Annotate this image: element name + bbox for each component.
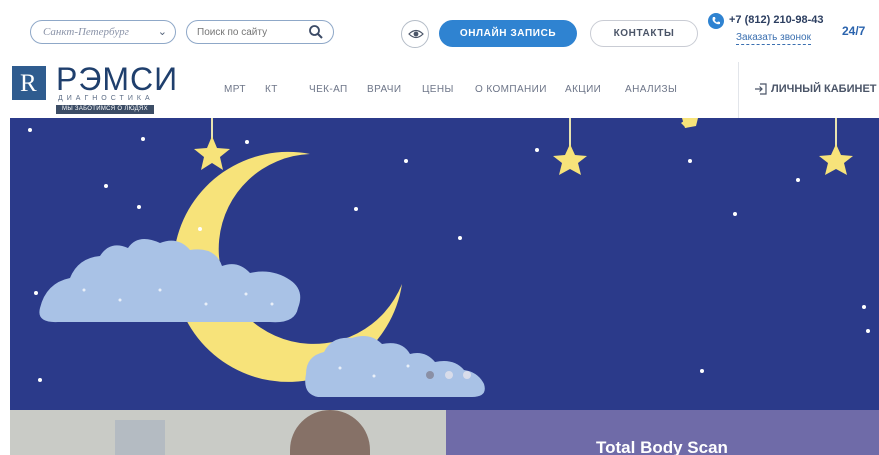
cloud-large: [39, 239, 301, 323]
search-box: [186, 20, 334, 44]
hanging-star-3: [553, 118, 587, 175]
hanging-star-1: [194, 118, 230, 170]
card-left-window: [115, 420, 165, 455]
phone-icon: [708, 13, 724, 29]
logo-tagline: МЫ ЗАБОТИМСЯ О ЛЮДЯХ: [56, 105, 154, 114]
search-icon[interactable]: [308, 24, 324, 40]
cloud-small: [305, 336, 485, 397]
nav-item-mrt[interactable]: МРТ: [224, 84, 246, 95]
hero-illustration: [28, 118, 870, 397]
logo-name[interactable]: РЭМСИ: [56, 60, 178, 98]
card-right[interactable]: Total Body Scan: [446, 410, 879, 455]
top-bar: Санкт-Петербург ⌄ ОНЛАЙН ЗАПИСЬ КОНТАКТЫ…: [0, 0, 879, 62]
search-input[interactable]: [197, 25, 307, 39]
phone-number[interactable]: +7 (812) 210-98-43: [729, 14, 823, 26]
city-value: Санкт-Петербург: [43, 26, 129, 38]
nav-item-doctors[interactable]: ВРАЧИ: [367, 84, 401, 95]
slider-dot-3[interactable]: [463, 371, 471, 379]
nav-item-prices[interactable]: ЦЕНЫ: [422, 84, 454, 95]
hero-banner: [10, 118, 879, 410]
nav-item-kt[interactable]: КТ: [265, 84, 278, 95]
nav-item-checkup[interactable]: ЧЕК-АП: [309, 84, 348, 95]
nav-divider: [738, 62, 739, 118]
nav-item-analyses[interactable]: АНАЛИЗЫ: [625, 84, 677, 95]
slider-dot-1[interactable]: [426, 371, 434, 379]
eye-icon: [408, 29, 424, 39]
online-booking-button[interactable]: ОНЛАЙН ЗАПИСЬ: [439, 20, 577, 47]
card-left-figure: [290, 410, 370, 455]
nav-item-promotions[interactable]: АКЦИИ: [565, 84, 601, 95]
logo-letter: R: [20, 70, 37, 97]
hours-badge: 24/7: [842, 24, 866, 38]
chevron-down-icon: ⌄: [157, 26, 167, 38]
hanging-star-2: [681, 118, 698, 128]
personal-account-link[interactable]: ЛИЧНЫЙ КАБИНЕТ: [754, 83, 877, 95]
city-select[interactable]: Санкт-Петербург ⌄: [30, 20, 176, 44]
login-icon: [755, 83, 767, 95]
slider-dot-2[interactable]: [445, 371, 453, 379]
slider-dots[interactable]: [426, 371, 471, 379]
card-right-title: Total Body Scan: [596, 438, 728, 455]
card-left[interactable]: [10, 410, 446, 455]
service-cards: Total Body Scan: [10, 410, 879, 455]
logo-mark[interactable]: R: [12, 66, 46, 100]
nav-item-about[interactable]: О КОМПАНИИ: [475, 84, 547, 95]
callback-link[interactable]: Заказать звонок: [736, 32, 811, 45]
personal-account-label: ЛИЧНЫЙ КАБИНЕТ: [771, 83, 877, 95]
logo-subtitle: ДИАГНОСТИКА: [58, 95, 154, 102]
accessibility-button[interactable]: [401, 20, 429, 48]
contacts-button[interactable]: КОНТАКТЫ: [590, 20, 698, 47]
hanging-star-4: [819, 118, 853, 175]
